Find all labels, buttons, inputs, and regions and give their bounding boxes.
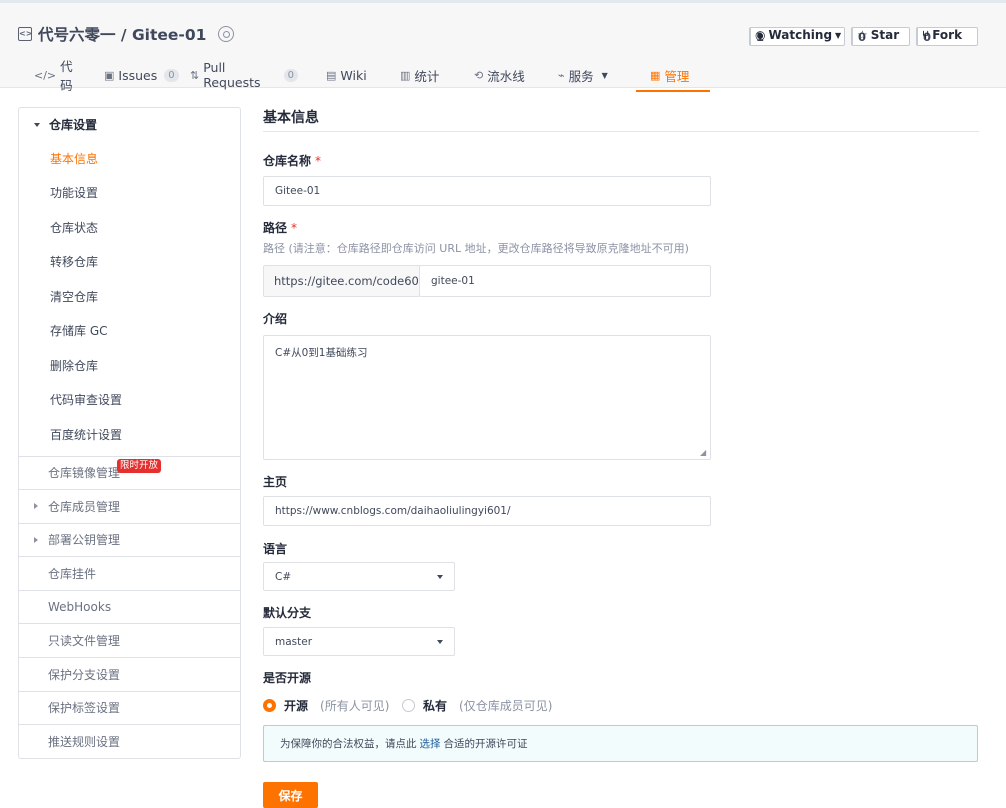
sidebar-item-features[interactable]: 功能设置 [19, 176, 240, 211]
pipeline-icon: ⟲ [474, 68, 484, 82]
tab-stats[interactable]: ▥ 统计 [386, 59, 460, 91]
license-notice: 为保障你的合法权益，请点此 选择 合适的开源许可证 [263, 725, 978, 762]
tab-service[interactable]: ⌁ 服务 ▼ [544, 59, 636, 91]
code-icon: </> [34, 68, 57, 82]
sidebar-item-deploy-keys[interactable]: 部署公钥管理 [19, 522, 240, 557]
settings-main: 基本信息 [263, 107, 979, 132]
sidebar-item-widgets[interactable]: 仓库挂件 [19, 556, 240, 590]
service-icon: ⌁ [558, 68, 565, 82]
sidebar-item-baidu-stats[interactable]: 百度统计设置 [19, 417, 240, 452]
sidebar-item-clear[interactable]: 清空仓库 [19, 279, 240, 314]
caret-right-icon [34, 536, 38, 543]
sidebar-item-protected-tags[interactable]: 保护标签设置 [19, 690, 240, 725]
open-radio[interactable]: 开源 (所有人可见) [263, 697, 389, 713]
tab-manage[interactable]: ▦ 管理 [636, 59, 710, 92]
sidebar-item-push-rules[interactable]: 推送规则设置 [19, 724, 240, 758]
repo-name-label: 仓库名称 * [263, 154, 322, 168]
repo-header: <> 代号六零一 / Gitee-01 ◉ Watching ▼ 1 ☆ Star 0… [0, 0, 1006, 93]
fork-icon: ⑂ [922, 28, 930, 42]
wiki-icon: ▤ [326, 68, 337, 82]
sidebar-item-transfer[interactable]: 转移仓库 [19, 245, 240, 280]
description-textarea[interactable]: C#从0到1基础练习 [263, 335, 711, 460]
homepage-input[interactable]: https://www.cnblogs.com/daihaoliulingyi6… [263, 496, 711, 526]
repo-icon: <> [18, 27, 32, 41]
sidebar-item-members[interactable]: 仓库成员管理 [19, 489, 240, 523]
sidebar-item-basic-info[interactable]: 基本信息 [19, 141, 240, 176]
dropdown-arrow-icon [437, 575, 443, 579]
chevron-down-icon: ▼ [835, 30, 842, 40]
tab-issues[interactable]: ▣ Issues 0 [90, 59, 179, 91]
resize-handle-icon[interactable]: ◢ [700, 449, 706, 457]
description-label: 介绍 [263, 312, 288, 326]
repo-title[interactable]: <> 代号六零一 / Gitee-01 [18, 22, 235, 46]
default-branch-select[interactable]: master [263, 627, 455, 656]
star-button[interactable]: ☆ Star 0 [851, 27, 910, 46]
tab-wiki[interactable]: ▤ Wiki [312, 59, 386, 91]
repo-tabs: </> 代码 ▣ Issues 0 ⇅ Pull Requests 0 ▤ Wiki ▥ 统计… [20, 59, 710, 93]
sidebar-item-code-review[interactable]: 代码审查设置 [19, 383, 240, 418]
dropdown-arrow-icon [437, 640, 443, 644]
fork-button[interactable]: ⑂ Fork 0 [916, 27, 978, 46]
private-radio[interactable]: 私有 (仅仓库成员可见) [402, 697, 552, 713]
path-input[interactable]: gitee-01 [419, 265, 711, 297]
path-hint: 路径 (请注意：仓库路径即仓库访问 URL 地址，更改仓库路径将导致原克隆地址不… [263, 242, 689, 255]
radio-unchecked-icon[interactable] [402, 698, 415, 712]
sidebar-item-status[interactable]: 仓库状态 [19, 210, 240, 245]
recommend-badge-icon [218, 26, 235, 42]
sidebar-item-delete[interactable]: 删除仓库 [19, 348, 240, 383]
settings-sidebar: 仓库设置 基本信息 功能设置 仓库状态 转移仓库 清空仓库 存储库 GC 删除仓… [18, 107, 241, 759]
chart-icon: ▥ [400, 68, 411, 82]
language-label: 语言 [263, 542, 288, 556]
radio-checked-icon[interactable] [263, 698, 276, 712]
tab-pull-requests[interactable]: ⇅ Pull Requests 0 [176, 59, 312, 91]
path-label: 路径 * [263, 221, 298, 235]
page-title: 基本信息 [263, 107, 979, 132]
save-button[interactable]: 保存 [263, 782, 318, 808]
homepage-label: 主页 [263, 475, 288, 489]
sidebar-item-readonly-files[interactable]: 只读文件管理 [19, 623, 240, 657]
manage-icon: ▦ [650, 68, 661, 82]
limited-badge: 限时开放 [117, 458, 162, 473]
language-select[interactable]: C# [263, 562, 455, 591]
caret-down-icon [34, 122, 40, 127]
sidebar-group-repo-settings[interactable]: 仓库设置 [19, 108, 240, 141]
choose-license-link[interactable]: 选择 [420, 736, 441, 751]
caret-right-icon [34, 503, 38, 510]
sidebar-item-gc[interactable]: 存储库 GC [19, 314, 240, 349]
repo-name-input[interactable]: Gitee-01 [263, 176, 711, 206]
pull-request-icon: ⇅ [190, 68, 200, 82]
chevron-down-icon: ▼ [601, 70, 608, 80]
default-branch-label: 默认分支 [263, 606, 312, 620]
tab-pipeline[interactable]: ⟲ 流水线 [460, 59, 544, 91]
star-icon: ☆ [857, 28, 868, 42]
required-mark: * [291, 221, 298, 235]
sidebar-item-webhooks[interactable]: WebHooks [19, 589, 240, 624]
sidebar-item-protected-branches[interactable]: 保护分支设置 [19, 657, 240, 691]
eye-icon: ◉ [755, 28, 766, 42]
sidebar-item-mirror[interactable]: 仓库镜像管理 限时开放 [19, 455, 240, 490]
open-source-label: 是否开源 [263, 671, 312, 685]
repo-title-text[interactable]: 代号六零一 / Gitee-01 [38, 23, 206, 45]
watch-button[interactable]: ◉ Watching ▼ 1 [749, 27, 845, 46]
path-prefix: https://gitee.com/code601/ [263, 265, 430, 297]
required-mark: * [315, 154, 322, 168]
tab-code[interactable]: </> 代码 [20, 59, 90, 93]
issues-icon: ▣ [104, 68, 115, 82]
